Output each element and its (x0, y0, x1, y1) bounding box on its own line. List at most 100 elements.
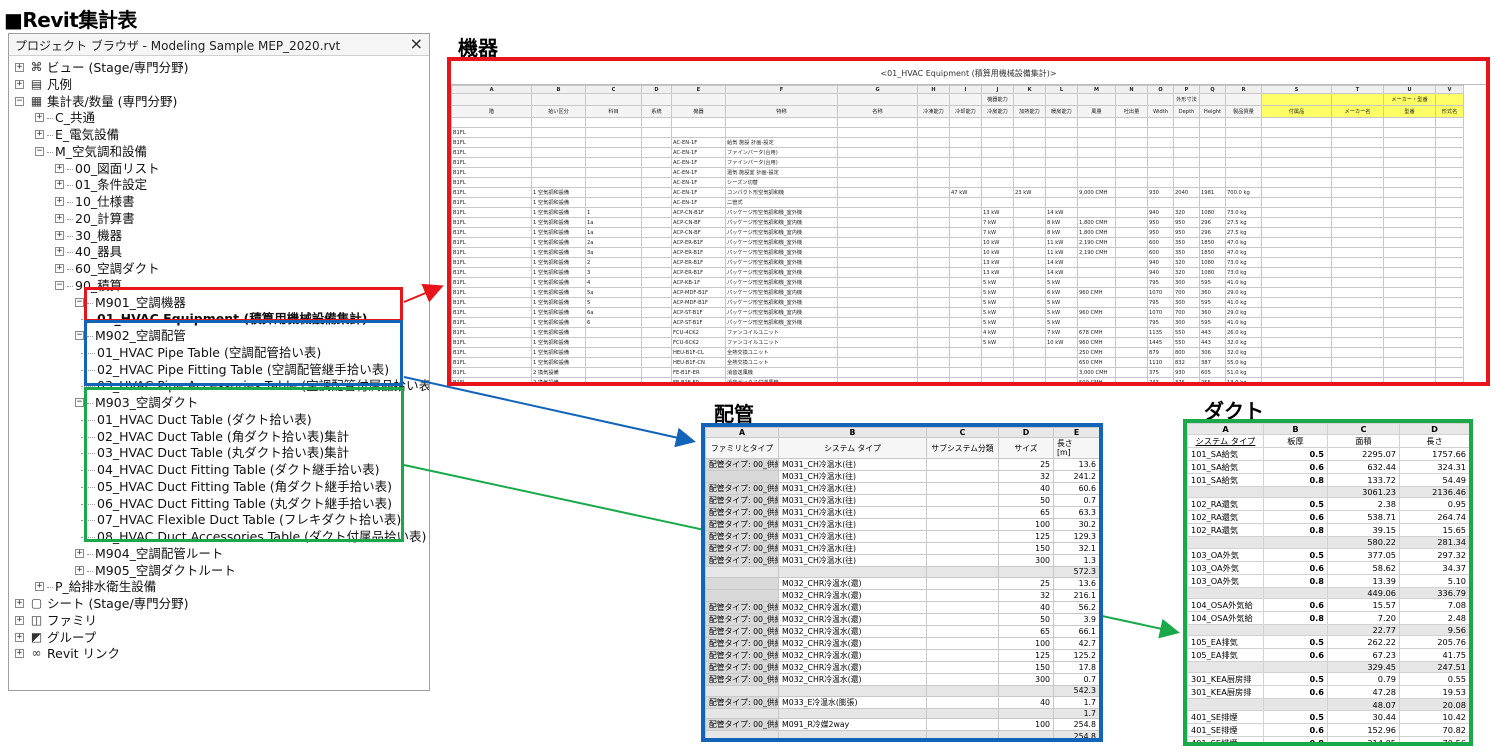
tree-item[interactable]: +40_器具 (9, 243, 429, 260)
table-cell (1383, 377, 1436, 382)
table-cell (585, 197, 642, 208)
collapse-icon[interactable]: − (55, 280, 64, 290)
expand-icon[interactable]: + (55, 247, 64, 257)
table-cell (1187, 485, 1264, 499)
table-cell (641, 187, 672, 198)
tree-item[interactable]: + ◫ ファミリ (9, 612, 429, 629)
table-cell: 5 kW (1045, 317, 1078, 328)
table-cell (1077, 297, 1116, 308)
table-cell: 2040 (1173, 187, 1200, 198)
column-header: 形式名 (1435, 105, 1464, 118)
table-cell (1331, 157, 1384, 168)
tree-item[interactable]: +60_空調ダクト (9, 260, 429, 277)
tree-item[interactable]: 01_HVAC Equipment (積算用機械設備集計) (9, 310, 429, 327)
tree-item[interactable]: +00_図面リスト (9, 160, 429, 177)
table-cell: 1 空気調和設備 (531, 227, 586, 238)
expand-icon[interactable]: + (15, 79, 24, 89)
table-cell (926, 566, 999, 578)
tree-item[interactable]: + M905_空調ダクトルート (9, 562, 429, 579)
table-cell (917, 357, 950, 368)
expand-icon[interactable]: + (55, 230, 64, 240)
expand-icon[interactable]: + (75, 565, 84, 575)
collapse-icon[interactable]: − (15, 96, 24, 106)
tree-item[interactable]: + M904_空調配管ルート (9, 545, 429, 562)
tree-item[interactable]: − M901_空調機器 (9, 294, 429, 311)
tree-item[interactable]: − M903_空調ダクト (9, 394, 429, 411)
tree-item[interactable]: 05_HVAC Duct Fitting Table (角ダクト継手拾い表) (9, 478, 429, 495)
table-cell (1383, 137, 1436, 148)
tree-item[interactable]: +30_機器 (9, 227, 429, 244)
tree-item[interactable]: 07_HVAC Flexible Duct Table (フレキダクト拾い表) (9, 511, 429, 528)
expand-icon[interactable]: + (15, 63, 24, 72)
tree-item[interactable]: + C_共通 (9, 109, 429, 126)
tree-item[interactable]: +10_仕様書 (9, 193, 429, 210)
tree-item[interactable]: 02_HVAC Duct Table (角ダクト拾い表)集計 (9, 428, 429, 445)
section-cell (1173, 127, 1200, 138)
collapse-icon[interactable]: − (35, 146, 44, 156)
tree-item[interactable]: + E_電気設備 (9, 126, 429, 143)
table-cell (1077, 167, 1116, 178)
expand-icon[interactable]: + (15, 649, 24, 659)
table-cell (1115, 167, 1148, 178)
table-cell: 600 (1147, 247, 1174, 258)
expand-icon[interactable]: + (55, 264, 64, 273)
tree-item[interactable]: 04_HVAC Duct Fitting Table (ダクト継手拾い表) (9, 461, 429, 478)
tree-item[interactable]: 01_HVAC Pipe Table (空調配管拾い表) (9, 344, 429, 361)
tree-item[interactable]: + ▢ シート (Stage/専門分野) (9, 595, 429, 612)
table-cell (949, 237, 982, 248)
table-cell (1115, 297, 1148, 308)
column-header-row: ファミリとタイプ システム タイプ サブシステム分類 サイズ 長さ [m] (705, 437, 1099, 459)
expand-icon[interactable]: + (55, 180, 64, 190)
table-cell (981, 177, 1014, 188)
table-cell (1115, 157, 1148, 168)
tree-item[interactable]: + P_給排水衛生設備 (9, 578, 429, 595)
tree-item-label: 02_HVAC Duct Table (角ダクト拾い表)集計 (97, 428, 350, 444)
tree-item[interactable]: + ◩ グループ (9, 629, 429, 646)
expand-icon[interactable]: + (35, 113, 44, 123)
table-cell: 216.1 (1053, 588, 1099, 602)
table-cell: 1070 (1147, 287, 1174, 298)
tree-item[interactable]: 06_HVAC Duct Fitting Table (丸ダクト継手拾い表) (9, 495, 429, 512)
tree-item[interactable]: 03_HVAC Pipe Accessories Table (空調配管付属品拾… (9, 377, 429, 394)
collapse-icon[interactable]: − (75, 398, 84, 407)
tree-item[interactable]: − 90_積算 (9, 277, 429, 294)
expand-icon[interactable]: + (15, 615, 24, 625)
table-cell (1225, 197, 1262, 208)
tree-item[interactable]: − M902_空調配管 (9, 327, 429, 344)
table-cell: 401_SE排煙 (1187, 709, 1264, 724)
blank-cell (585, 117, 642, 128)
tree-item[interactable]: + ∞ Revit リンク (9, 645, 429, 662)
collapse-icon[interactable]: − (75, 331, 84, 340)
tree-item[interactable]: − M_空気調和設備 (9, 143, 429, 160)
tree-item[interactable]: + ▤ 凡例 (9, 76, 429, 93)
tree-item[interactable]: 01_HVAC Duct Table (ダクト拾い表) (9, 411, 429, 428)
expand-icon[interactable]: + (15, 632, 24, 642)
expand-icon[interactable]: + (75, 548, 84, 558)
tree-item[interactable]: + ⌘ ビュー (Stage/専門分野) (9, 59, 429, 76)
tree-item[interactable]: 03_HVAC Duct Table (丸ダクト拾い表)集計 (9, 444, 429, 461)
table-row: B1FL AC-EN-1F ファインパータ(台用) (451, 157, 1464, 168)
table-cell (1147, 167, 1174, 178)
expand-icon[interactable]: + (15, 599, 24, 608)
table-cell (917, 237, 950, 248)
expand-icon[interactable]: + (55, 213, 64, 223)
expand-icon[interactable]: + (55, 163, 64, 173)
tree-item[interactable]: 02_HVAC Pipe Fitting Table (空調配管継手拾い表) (9, 361, 429, 378)
table-row: 配管タイプ: 00_供給 M032_CHR冷温水(還) 125 125.2 (705, 648, 1099, 662)
expand-icon[interactable]: + (35, 130, 44, 139)
collapse-icon[interactable]: − (75, 297, 84, 307)
close-icon[interactable]: × (410, 34, 423, 53)
tree-item[interactable]: +20_計算書 (9, 210, 429, 227)
tree-item[interactable]: − ▦ 集計表/数量 (専門分野) (9, 93, 429, 110)
tree-item[interactable]: 08_HVAC Duct Accessories Table (ダクト付属品拾い… (9, 528, 429, 545)
expand-icon[interactable]: + (35, 582, 44, 592)
table-cell: ACP-KB-1F (671, 277, 726, 288)
table-cell: 538.71 (1327, 510, 1400, 525)
table-cell: 101_SA給気 (1187, 473, 1264, 487)
table-cell: 1 空気調和設備 (531, 257, 586, 268)
table-row: B1FL 1 空気調和設備 FCU-4CK2 ファンコイルユニット 4 kW 7 kW 67… (451, 327, 1464, 338)
column-header: 板厚 (1263, 434, 1328, 448)
group-icon: ◩ (30, 629, 43, 644)
expand-icon[interactable]: + (55, 197, 64, 206)
tree-item[interactable]: +01_条件設定 (9, 176, 429, 193)
